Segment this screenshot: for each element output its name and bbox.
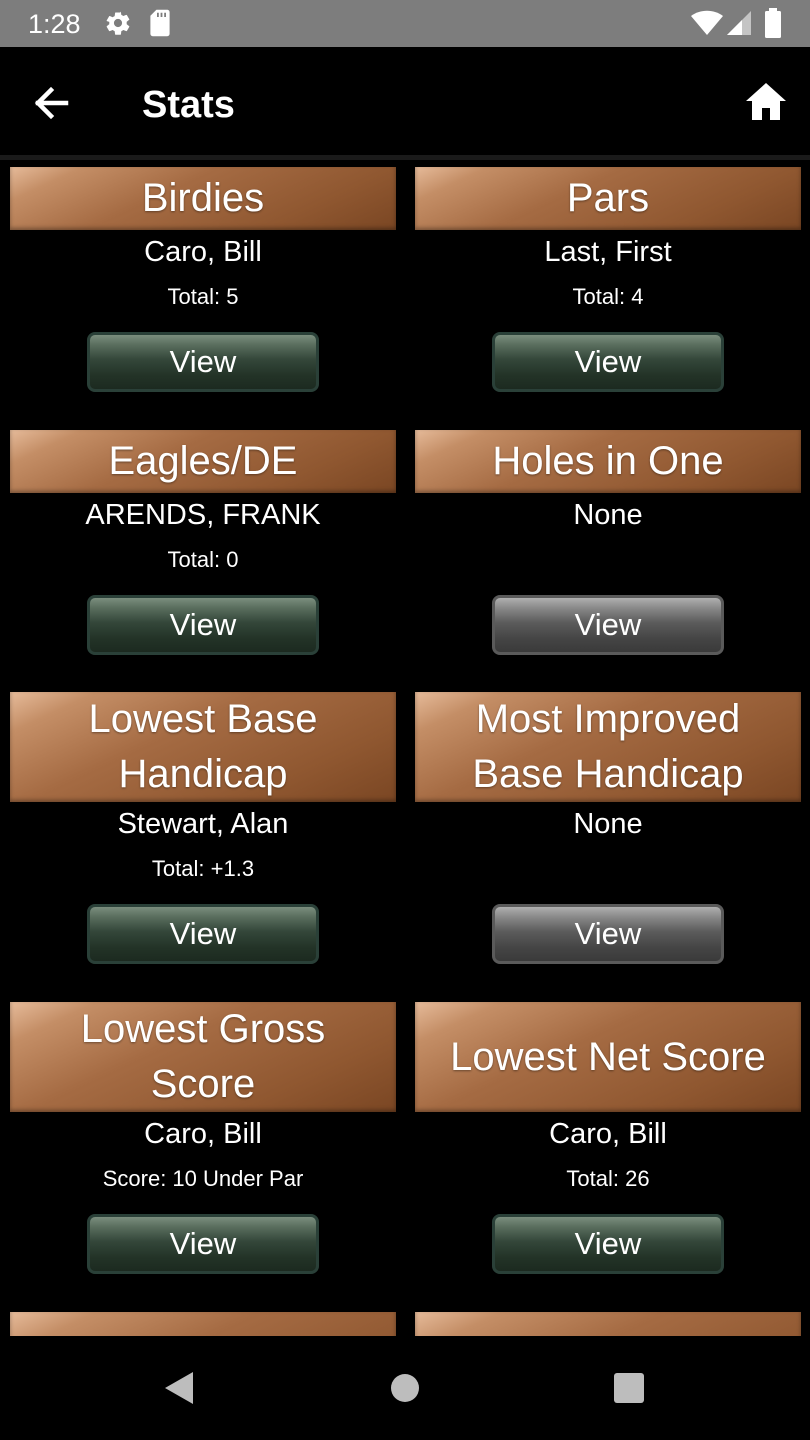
home-circle-icon[interactable] bbox=[385, 1368, 425, 1408]
card-title: Holes in One bbox=[415, 430, 801, 493]
card-total: Total: 26 bbox=[566, 1166, 650, 1191]
battery-icon bbox=[765, 8, 781, 38]
card-title: Lowest Gross Score bbox=[10, 1002, 396, 1112]
view-button[interactable]: View bbox=[87, 595, 319, 655]
card-title-text: Pars bbox=[566, 176, 650, 220]
view-button[interactable]: View bbox=[492, 332, 724, 392]
card-title: Eagles/DE bbox=[10, 430, 396, 493]
stat-card: Lowest Base Handicap Stewart, Alan Total: … bbox=[10, 692, 396, 964]
stat-card: Best Golfer bbox=[415, 1312, 801, 1336]
stat-card: Lowest Net Score Caro, Bill Total: 26 View bbox=[415, 1002, 801, 1274]
wifi-icon bbox=[691, 10, 723, 35]
view-button[interactable]: View bbox=[492, 595, 724, 655]
card-title: Best Golfer bbox=[415, 1312, 801, 1336]
card-title-text: Birdies bbox=[141, 176, 265, 220]
view-button[interactable]: View bbox=[87, 332, 319, 392]
card-player-name: Last, First bbox=[544, 236, 672, 268]
status-time: 1:28 bbox=[28, 9, 81, 39]
card-total bbox=[415, 545, 801, 575]
card-player-name: None bbox=[573, 499, 643, 531]
card-title-text: Most Improved Base Handicap bbox=[472, 697, 744, 796]
home-button[interactable] bbox=[738, 75, 794, 131]
card-title: Best Golfer bbox=[10, 1312, 396, 1336]
view-button[interactable]: View bbox=[87, 904, 319, 964]
back-triangle-icon[interactable] bbox=[159, 1368, 199, 1408]
card-total bbox=[415, 854, 801, 884]
back-button[interactable] bbox=[24, 75, 80, 131]
system-nav-bar bbox=[0, 1336, 810, 1440]
card-title: Pars bbox=[415, 167, 801, 230]
page-title: Stats bbox=[142, 84, 235, 126]
card-total: Total: 4 bbox=[572, 284, 644, 309]
card-player-name: Stewart, Alan bbox=[117, 808, 289, 840]
card-player-name: Caro, Bill bbox=[549, 1118, 667, 1150]
view-button[interactable]: View bbox=[87, 1214, 319, 1274]
card-total: Score: 10 Under Par bbox=[102, 1166, 304, 1191]
stat-card: Pars Last, First Total: 4 View bbox=[415, 167, 801, 392]
card-title: Most Improved Base Handicap bbox=[415, 692, 801, 802]
card-title-text: Lowest Base Handicap bbox=[88, 697, 318, 796]
stat-card: Eagles/DE ARENDS, FRANK Total: 0 View bbox=[10, 430, 396, 655]
stat-card: Holes in One None View bbox=[415, 430, 801, 655]
stat-card: Most Improved Base Handicap None View bbox=[415, 692, 801, 964]
card-total: Total: 0 bbox=[167, 547, 239, 572]
card-player-name: Caro, Bill bbox=[144, 1118, 262, 1150]
card-player-name: Caro, Bill bbox=[144, 236, 262, 268]
stat-card: Best Golfer bbox=[10, 1312, 396, 1336]
arrow-left-icon bbox=[34, 86, 69, 120]
card-total: Total: +1.3 bbox=[151, 856, 255, 881]
view-button[interactable]: View bbox=[492, 904, 724, 964]
stats-grid-scroll[interactable]: Birdies Caro, Bill Total: 5 View Pars Last, F… bbox=[0, 160, 810, 1336]
gear-icon bbox=[106, 11, 130, 35]
view-button[interactable]: View bbox=[492, 1214, 724, 1274]
card-title: Lowest Net Score bbox=[415, 1002, 801, 1112]
recents-square-icon[interactable] bbox=[609, 1368, 649, 1408]
home-icon bbox=[746, 83, 786, 120]
stat-card: Lowest Gross Score Caro, Bill Score: 10 Un… bbox=[10, 1002, 396, 1274]
signal-icon bbox=[727, 11, 751, 35]
card-title-text: Lowest Gross Score bbox=[80, 1007, 326, 1106]
card-title-text: Lowest Net Score bbox=[450, 1034, 766, 1079]
app-bar: Stats bbox=[0, 47, 810, 157]
card-title-text: Eagles/DE bbox=[108, 439, 298, 483]
card-title: Birdies bbox=[10, 167, 396, 230]
status-bar: 1:28 bbox=[0, 0, 810, 47]
card-total: Total: 5 bbox=[167, 284, 239, 309]
stat-card: Birdies Caro, Bill Total: 5 View bbox=[10, 167, 396, 392]
card-title-text: Holes in One bbox=[492, 439, 724, 483]
sd-card-icon bbox=[150, 9, 170, 37]
card-player-name: ARENDS, FRANK bbox=[85, 499, 321, 531]
card-player-name: None bbox=[573, 808, 643, 840]
card-title: Lowest Base Handicap bbox=[10, 692, 396, 802]
